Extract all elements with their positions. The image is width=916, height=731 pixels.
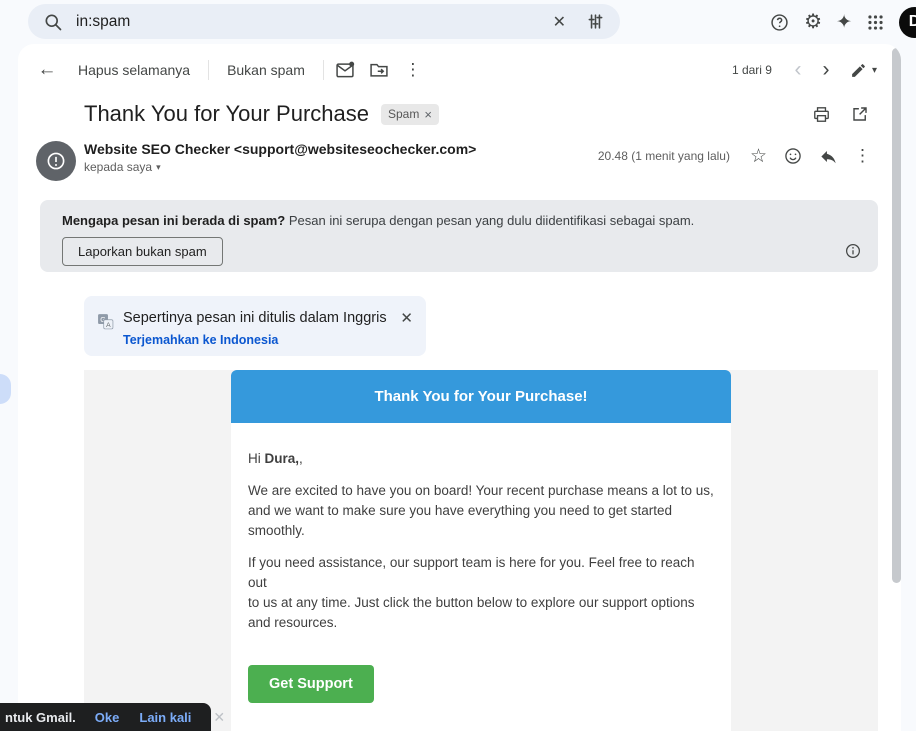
newer-chevron-icon[interactable]: ‹ xyxy=(784,56,812,84)
older-chevron-icon[interactable]: › xyxy=(812,56,840,84)
message-actions: 20.48 (1 menit yang lalu) ☆ ⋮ xyxy=(598,141,871,171)
not-spam-button[interactable]: Bukan spam xyxy=(213,54,319,86)
svg-text:A: A xyxy=(106,322,111,329)
spam-warning-banner: Mengapa pesan ini berada di spam? Pesan … xyxy=(40,200,878,272)
email-message-card: Thank You for Your Purchase! Hi Dura,, W… xyxy=(231,370,731,731)
gemini-icon[interactable]: ✦ xyxy=(836,11,852,34)
toast-close-icon[interactable]: ✕ xyxy=(213,709,225,726)
translate-action-link[interactable]: Terjemahkan ke Indonesia xyxy=(123,333,278,347)
greeting-line: Hi Dura,, xyxy=(248,449,714,469)
side-panel-handle[interactable] xyxy=(0,374,11,404)
email-subject: Thank You for Your Purchase xyxy=(84,101,369,127)
spam-sender-avatar[interactable] xyxy=(36,141,76,181)
recipient-label: kepada saya xyxy=(84,160,152,174)
star-icon[interactable]: ☆ xyxy=(750,145,767,168)
topbar-actions: ⚙ ✦ D xyxy=(769,0,916,44)
chevron-down-icon: ▾ xyxy=(872,65,877,76)
mark-unread-icon[interactable] xyxy=(328,53,362,87)
error-outline-icon xyxy=(45,150,67,172)
more-options-icon[interactable]: ⋮ xyxy=(396,53,430,87)
input-tools-button[interactable]: ▾ xyxy=(850,62,877,79)
get-support-button[interactable]: Get Support xyxy=(248,665,374,703)
sender-name: Website SEO Checker <support@websiteseoc… xyxy=(84,141,476,157)
help-icon[interactable] xyxy=(769,12,790,33)
spam-warning-text: Mengapa pesan ini berada di spam? Pesan … xyxy=(62,213,856,228)
reply-icon[interactable] xyxy=(819,147,838,166)
clear-search-icon[interactable]: ✕ xyxy=(553,12,566,32)
spam-label-chip[interactable]: Spam × xyxy=(381,104,439,125)
subject-actions xyxy=(812,105,869,124)
move-to-folder-icon[interactable] xyxy=(362,53,396,87)
remove-label-icon[interactable]: × xyxy=(424,107,432,122)
sender-row: Website SEO Checker <support@websiteseoc… xyxy=(36,139,871,181)
greeting-prefix: Hi xyxy=(248,451,265,466)
email-body: Hi Dura,, We are excited to have you on … xyxy=(231,423,731,731)
info-icon[interactable] xyxy=(844,242,862,260)
email-paragraph-1: We are excited to have you on board! You… xyxy=(248,481,714,541)
toast-later-button[interactable]: Lain kali xyxy=(139,710,191,725)
toolbar-divider xyxy=(323,60,324,80)
print-icon[interactable] xyxy=(812,105,831,124)
timestamp: 20.48 (1 menit yang lalu) xyxy=(598,149,730,163)
toast-ok-button[interactable]: Oke xyxy=(95,710,120,725)
emoji-reaction-icon[interactable] xyxy=(783,146,803,166)
translate-prompt: GA Sepertinya pesan ini ditulis dalam In… xyxy=(84,296,426,356)
search-options-icon[interactable] xyxy=(586,12,605,31)
spam-label-text: Spam xyxy=(388,107,419,121)
settings-gear-icon[interactable]: ⚙ xyxy=(804,12,822,32)
snackbar-toast: ntuk Gmail. Oke Lain kali ✕ xyxy=(0,703,211,731)
toast-message: ntuk Gmail. xyxy=(5,710,76,725)
email-header-banner: Thank You for Your Purchase! xyxy=(231,370,731,423)
toolbar-divider xyxy=(208,60,209,80)
apps-grid-icon[interactable] xyxy=(866,13,885,32)
spam-warning-reason: Pesan ini serupa dengan pesan yang dulu … xyxy=(285,213,694,228)
back-arrow-icon[interactable]: ← xyxy=(30,53,64,87)
greeting-suffix: , xyxy=(299,451,303,466)
search-icon xyxy=(43,12,63,32)
delete-forever-button[interactable]: Hapus selamanya xyxy=(64,54,204,86)
recipient-toggle[interactable]: kepada saya ▾ xyxy=(84,160,476,174)
chevron-down-icon: ▾ xyxy=(156,162,161,173)
subject-row: Thank You for Your Purchase Spam × xyxy=(84,101,869,127)
search-bar[interactable]: ✕ xyxy=(28,4,620,39)
topbar: ✕ ⚙ ✦ D xyxy=(0,0,916,44)
report-not-spam-button[interactable]: Laporkan bukan spam xyxy=(62,237,223,266)
translate-icon: GA xyxy=(97,313,114,330)
more-message-options-icon[interactable]: ⋮ xyxy=(854,146,871,166)
sender-info: Website SEO Checker <support@websiteseoc… xyxy=(84,139,476,181)
email-toolbar: ← Hapus selamanya Bukan spam ⋮ 1 dari 9 … xyxy=(30,50,877,90)
pagination: 1 dari 9 ‹ › ▾ xyxy=(732,56,877,84)
email-paragraph-2: If you need assistance, our support team… xyxy=(248,553,714,633)
greeting-name: Dura, xyxy=(265,451,300,466)
scrollbar-thumb[interactable] xyxy=(892,48,901,583)
spam-warning-question: Mengapa pesan ini berada di spam? xyxy=(62,213,285,228)
translate-message: Sepertinya pesan ini ditulis dalam Inggr… xyxy=(123,310,387,326)
open-in-new-icon[interactable] xyxy=(851,105,869,123)
search-input[interactable] xyxy=(76,13,553,31)
profile-avatar[interactable]: D xyxy=(899,7,916,38)
pen-icon xyxy=(850,62,867,79)
close-icon[interactable]: ✕ xyxy=(400,309,413,327)
email-message-region: Thank You for Your Purchase! Hi Dura,, W… xyxy=(84,370,878,731)
pagination-count: 1 dari 9 xyxy=(732,63,772,77)
email-view-card: ← Hapus selamanya Bukan spam ⋮ 1 dari 9 … xyxy=(18,44,901,731)
